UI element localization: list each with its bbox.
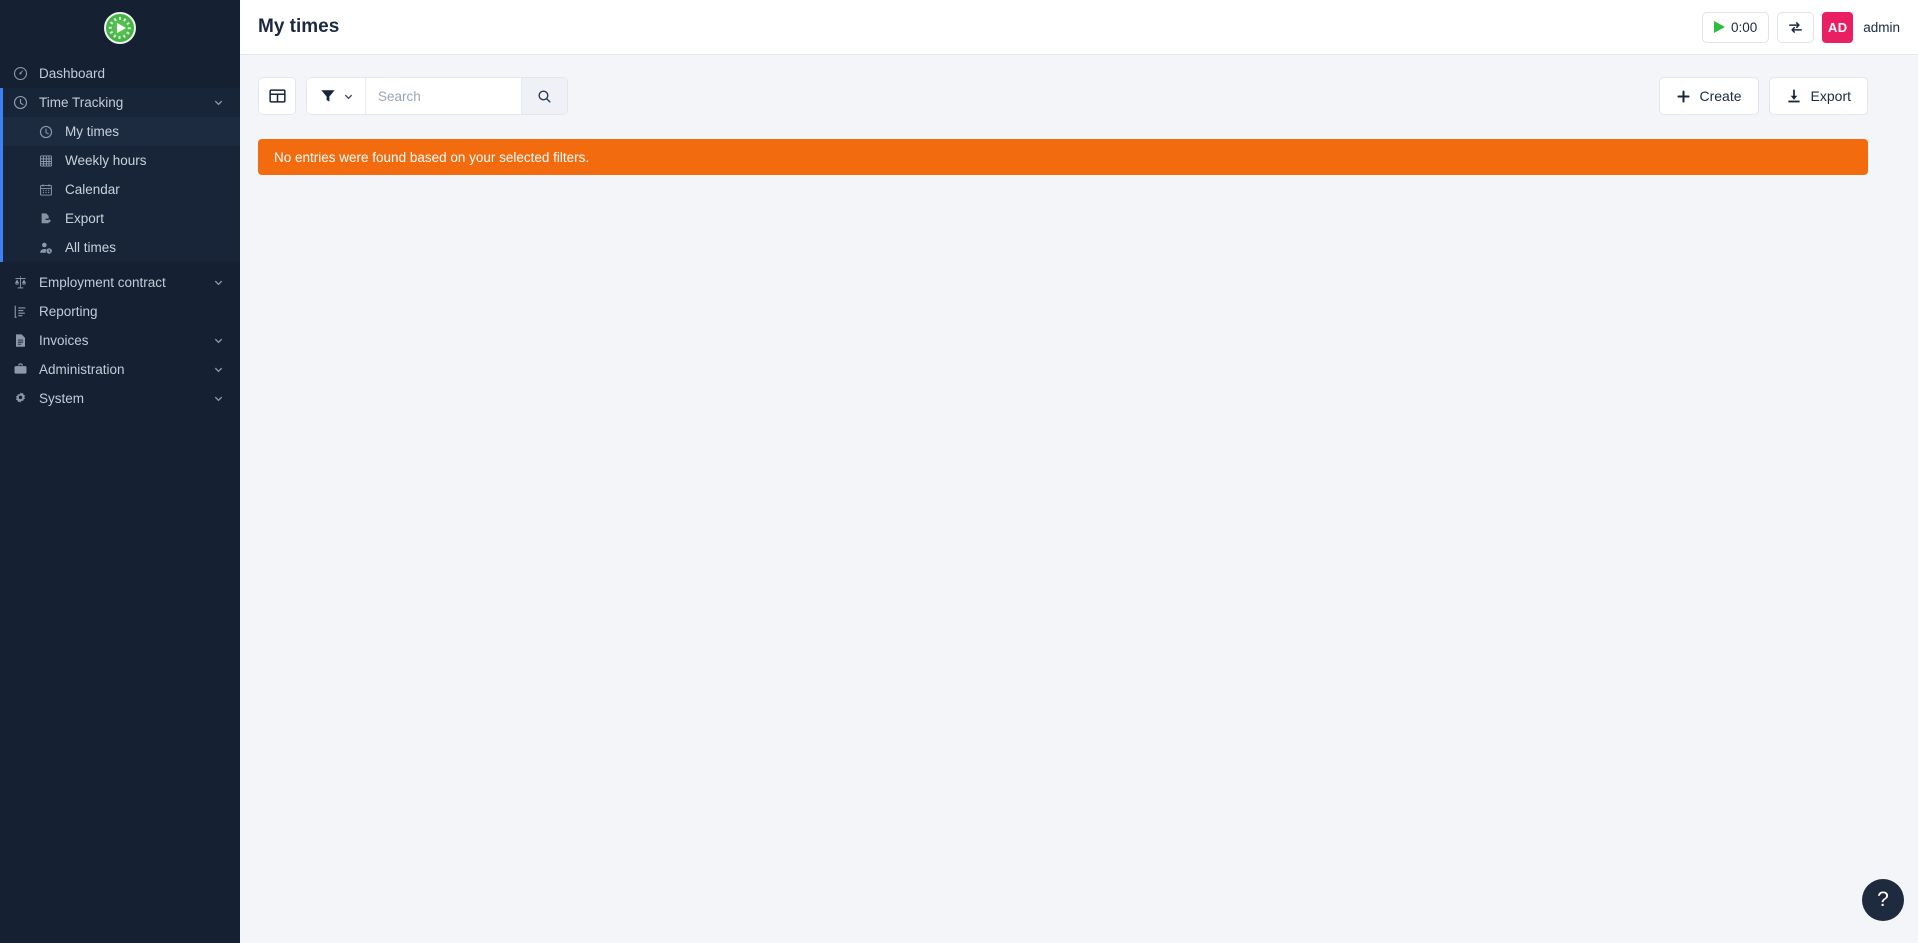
gauge-icon [13,66,35,81]
clock-icon [13,95,35,110]
empty-state-message: No entries were found based on your sele… [274,149,590,165]
plus-icon [1676,89,1691,104]
chevron-down-icon [213,364,224,375]
question-mark-icon: ? [1877,888,1889,911]
create-button[interactable]: Create [1658,77,1759,115]
sidebar-item-label: Employment contract [39,275,166,290]
app-root: Dashboard Time Tracking My times Weekly … [0,0,1918,943]
gear-icon [13,391,35,406]
empty-state-alert: No entries were found based on your sele… [258,139,1868,175]
sidebar-item-my-times[interactable]: My times [0,117,240,146]
funnel-filter-icon [320,88,336,104]
sidebar-logo[interactable] [0,0,240,55]
export-button[interactable]: Export [1768,77,1868,115]
filter-dropdown-button[interactable] [307,78,366,114]
sidebar-item-label: System [39,391,85,406]
sidebar-item-label: Time Tracking [39,95,124,110]
list-toolbar: Create Export [258,77,1868,115]
invoice-document-icon [13,333,35,348]
sidebar-nav: Dashboard Time Tracking My times Weekly … [0,55,240,413]
search-submit-button[interactable] [521,78,567,114]
chevron-down-icon [213,393,224,404]
search-icon [537,89,552,104]
sidebar-group-time-tracking: Time Tracking My times Weekly hours Cale… [0,88,240,262]
export-button-label: Export [1810,88,1851,104]
chevron-down-icon [213,277,224,288]
avatar[interactable]: AD [1822,11,1854,43]
username-label[interactable]: admin [1863,20,1900,35]
clock-play-logo-icon [104,11,136,44]
sidebar-item-reporting[interactable]: Reporting [0,297,240,326]
user-clock-icon [39,241,61,255]
create-button-label: Create [1699,88,1742,104]
sidebar-subitem-label: Calendar [65,182,120,197]
page-title: My times [258,16,340,37]
play-icon [1713,21,1725,33]
sidebar-item-employment-contract[interactable]: Employment contract [0,268,240,297]
sidebar-item-all-times[interactable]: All times [0,233,240,262]
page-content: Create Export No entries were fo [240,55,1918,943]
sidebar-item-weekly-hours[interactable]: Weekly hours [0,146,240,175]
sidebar-subitem-label: My times [65,124,119,139]
sidebar-subitem-label: All times [65,240,117,255]
chevron-down-icon [213,335,224,346]
sidebar-item-system[interactable]: System [0,384,240,413]
timer-label: 0:00 [1730,19,1758,35]
sidebar: Dashboard Time Tracking My times Weekly … [0,0,240,943]
sidebar-subitem-label: Weekly hours [65,153,147,168]
timer-start-button[interactable]: 0:00 [1701,11,1770,43]
sync-button[interactable] [1777,11,1815,43]
report-chart-icon [13,304,35,319]
help-button[interactable]: ? [1862,879,1904,921]
column-chooser-button[interactable] [258,77,296,115]
scales-icon [13,275,35,290]
sidebar-item-label: Reporting [39,304,98,319]
search-input[interactable] [366,78,521,114]
chevron-down-icon [213,97,224,108]
download-icon [1786,88,1802,104]
sidebar-item-invoices[interactable]: Invoices [0,326,240,355]
sidebar-item-label: Administration [39,362,125,377]
header-actions: 0:00 AD admin [1701,11,1900,43]
clock-icon [39,125,61,139]
sidebar-item-calendar[interactable]: Calendar [0,175,240,204]
table-columns-icon [268,88,286,104]
sidebar-item-label: Dashboard [39,66,106,81]
sidebar-item-administration[interactable]: Administration [0,355,240,384]
sidebar-subitem-label: Export [65,211,105,226]
filter-search-group [306,77,568,115]
chevron-down-icon [343,91,354,102]
sidebar-item-dashboard[interactable]: Dashboard [0,59,240,88]
sidebar-item-export[interactable]: Export [0,204,240,233]
sync-arrows-icon [1787,19,1804,36]
file-export-icon [39,212,61,226]
grid-table-icon [39,154,61,168]
toolbar-actions: Create Export [1658,77,1868,115]
sidebar-item-time-tracking[interactable]: Time Tracking [0,88,240,117]
calendar-icon [39,183,61,197]
main-area: My times 0:00 AD admin Search Create Exp… [240,0,1918,943]
toolbox-icon [13,362,35,377]
sidebar-item-label: Invoices [39,333,89,348]
top-header: My times 0:00 AD admin [240,0,1918,55]
